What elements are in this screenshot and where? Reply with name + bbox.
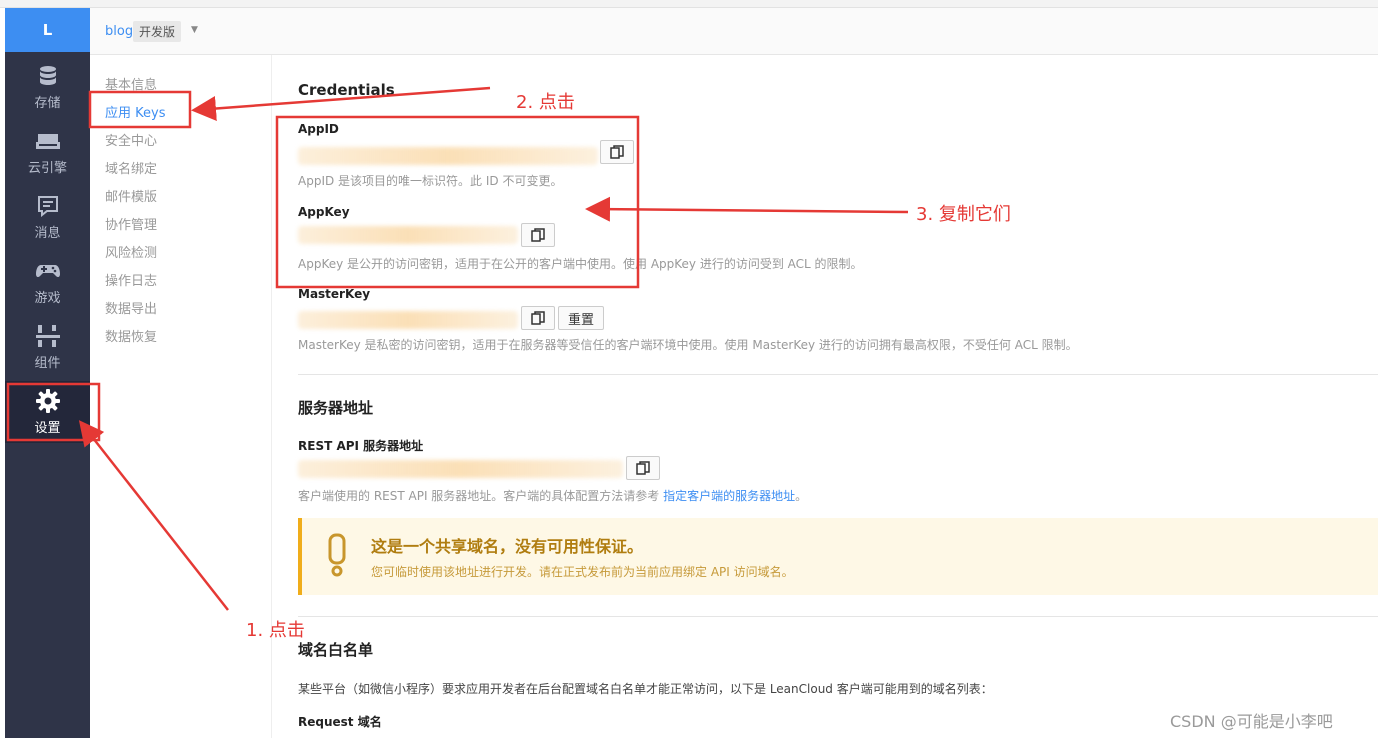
appkey-description: AppKey 是公开的访问密钥，适用于在公开的客户端中使用。使用 AppKey … bbox=[298, 257, 863, 271]
sidebar-item-label: 存储 bbox=[34, 95, 61, 111]
section-divider bbox=[298, 374, 1378, 375]
sidebar-item-label: 游戏 bbox=[34, 290, 61, 306]
sidebar: L 存储 云引擎 消息 游戏 组件 设置 bbox=[5, 8, 90, 738]
shared-domain-warning: 这是一个共享域名，没有可用性保证。 您可临时使用该地址进行开发。请在正式发布前为… bbox=[298, 518, 1378, 595]
chevron-down-icon[interactable]: ▼ bbox=[191, 25, 198, 35]
sidebar-item-label: 设置 bbox=[34, 420, 61, 436]
copy-icon bbox=[610, 145, 624, 159]
app-plan-badge: 开发版 bbox=[133, 21, 182, 42]
subnav-item-basic-info[interactable]: 基本信息 bbox=[105, 74, 157, 93]
masterkey-copy-button[interactable] bbox=[521, 306, 555, 330]
section-divider bbox=[298, 616, 1378, 617]
gamepad-icon bbox=[35, 259, 60, 283]
gear-icon bbox=[35, 388, 60, 413]
rest-api-desc-end: 。 bbox=[795, 489, 808, 503]
bookmarks-bar bbox=[0, 0, 1378, 8]
appkey-copy-button[interactable] bbox=[521, 223, 555, 247]
masterkey-description: MasterKey 是私密的访问密钥，适用于在服务器等受信任的客户端环境中使用。… bbox=[298, 338, 1078, 352]
sidebar-item-settings[interactable]: 设置 bbox=[5, 381, 90, 443]
database-icon bbox=[36, 64, 60, 88]
sidebar-item-label: 组件 bbox=[34, 355, 61, 371]
annotation-step-3: 3. 复制它们 bbox=[916, 204, 1011, 225]
subnav-item-data-restore[interactable]: 数据恢复 bbox=[105, 326, 157, 345]
subnav-item-security[interactable]: 安全中心 bbox=[105, 130, 157, 149]
annotation-step-1: 1. 点击 bbox=[246, 620, 305, 641]
exclamation-icon bbox=[328, 533, 346, 577]
sidebar-item-storage[interactable]: 存储 bbox=[5, 56, 90, 118]
app-logo[interactable]: L bbox=[5, 8, 90, 52]
copy-icon bbox=[636, 461, 650, 475]
subnav-item-operation-log[interactable]: 操作日志 bbox=[105, 270, 157, 289]
sidebar-item-message[interactable]: 消息 bbox=[5, 186, 90, 248]
rest-api-desc-text: 客户端使用的 REST API 服务器地址。客户端的具体配置方法请参考 bbox=[298, 489, 664, 503]
subnav-item-data-export[interactable]: 数据导出 bbox=[105, 298, 157, 317]
app-name[interactable]: blog bbox=[105, 24, 133, 39]
whitelist-description: 某些平台（如微信小程序）要求应用开发者在后台配置域名白名单才能正常访问，以下是 … bbox=[298, 682, 993, 696]
appid-label: AppID bbox=[298, 122, 339, 136]
main-content: Credentials AppID AppID 是该项目的唯一标识符。此 ID … bbox=[272, 55, 1378, 738]
rest-api-copy-button[interactable] bbox=[626, 456, 660, 480]
credentials-title: Credentials bbox=[298, 81, 395, 99]
cloud-engine-icon bbox=[35, 129, 60, 153]
rest-api-value[interactable] bbox=[298, 460, 623, 478]
sidebar-item-cloud-engine[interactable]: 云引擎 bbox=[5, 121, 90, 183]
server-config-link[interactable]: 指定客户端的服务器地址 bbox=[663, 489, 795, 503]
sidebar-item-label: 消息 bbox=[34, 225, 61, 241]
whitelist-section-title: 域名白名单 bbox=[298, 641, 374, 659]
subnav-item-email-templates[interactable]: 邮件模版 bbox=[105, 186, 157, 205]
subnav-item-risk-detection[interactable]: 风险检测 bbox=[105, 242, 157, 261]
server-section-title: 服务器地址 bbox=[298, 399, 374, 417]
warning-title: 这是一个共享域名，没有可用性保证。 bbox=[371, 537, 644, 556]
subnav-item-collaboration[interactable]: 协作管理 bbox=[105, 214, 157, 233]
subnav-item-domain-binding[interactable]: 域名绑定 bbox=[105, 158, 157, 177]
request-domain-label: Request 域名 bbox=[298, 715, 382, 729]
rest-api-label: REST API 服务器地址 bbox=[298, 439, 424, 453]
sidebar-item-components[interactable]: 组件 bbox=[5, 316, 90, 378]
copy-icon bbox=[531, 228, 545, 242]
appkey-value[interactable] bbox=[298, 226, 518, 244]
components-icon bbox=[35, 324, 60, 348]
settings-subnav: 基本信息 应用 Keys 安全中心 域名绑定 邮件模版 协作管理 风险检测 操作… bbox=[90, 55, 272, 738]
masterkey-value[interactable] bbox=[298, 311, 518, 329]
watermark: CSDN @可能是小李吧 bbox=[1170, 712, 1333, 731]
sidebar-item-label: 云引擎 bbox=[27, 160, 67, 176]
sidebar-item-game[interactable]: 游戏 bbox=[5, 251, 90, 313]
copy-icon bbox=[531, 311, 545, 325]
annotation-step-2: 2. 点击 bbox=[516, 92, 575, 113]
appkey-label: AppKey bbox=[298, 205, 350, 219]
appid-value[interactable] bbox=[298, 147, 598, 165]
rest-api-description: 客户端使用的 REST API 服务器地址。客户端的具体配置方法请参考 指定客户… bbox=[298, 487, 807, 504]
masterkey-reset-button[interactable]: 重置 bbox=[558, 306, 604, 330]
appid-description: AppID 是该项目的唯一标识符。此 ID 不可变更。 bbox=[298, 174, 563, 188]
subnav-item-app-keys[interactable]: 应用 Keys bbox=[105, 102, 165, 121]
message-icon bbox=[36, 194, 60, 218]
warning-text: 您可临时使用该地址进行开发。请在正式发布前为当前应用绑定 API 访问域名。 bbox=[371, 565, 794, 579]
masterkey-label: MasterKey bbox=[298, 287, 371, 301]
app-header: blog 开发版 ▼ bbox=[90, 8, 1378, 55]
appid-copy-button[interactable] bbox=[600, 140, 634, 164]
